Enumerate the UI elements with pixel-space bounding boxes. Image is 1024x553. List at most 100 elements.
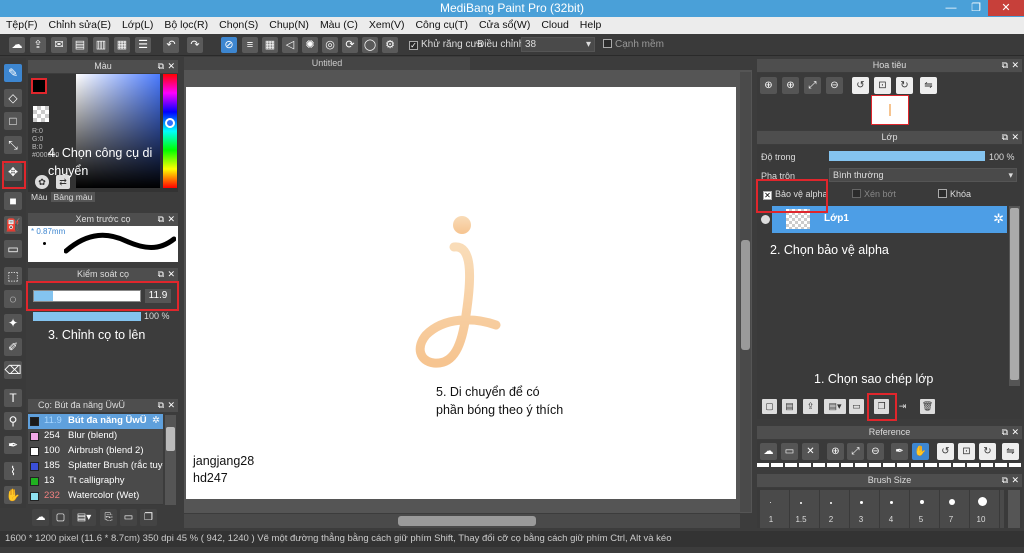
tab-color[interactable]: Màu [28, 192, 51, 202]
canvas[interactable]: 5. Di chuyển để có phần bóng theo ý thíc… [186, 87, 736, 499]
soft-edge-checkbox[interactable]: Cạnh mềm [603, 39, 664, 50]
visibility-icon[interactable] [761, 215, 770, 224]
popout-icon[interactable]: ⧉ [158, 60, 164, 73]
rotate-right-icon[interactable]: ↻ [896, 77, 913, 94]
size-dot[interactable] [860, 501, 863, 504]
menu-cloud[interactable]: Cloud [535, 17, 573, 31]
flip-icon[interactable]: ⇋ [920, 77, 937, 94]
opacity-slider[interactable] [33, 312, 141, 321]
hue-slider[interactable] [163, 74, 177, 188]
brush-tool-icon[interactable]: ✎ [4, 64, 22, 82]
menu-layer[interactable]: Lớp(L) [116, 17, 158, 31]
rotate-left-icon[interactable]: ↺ [937, 443, 954, 460]
radial-snap-icon[interactable]: ✺ [302, 37, 318, 53]
redo-icon[interactable]: ↷ [187, 37, 203, 53]
cloud-brush-icon[interactable]: ☁ [32, 509, 49, 526]
fit-icon[interactable]: ⤢ [847, 443, 864, 460]
zoom-out-icon[interactable]: ⊖ [826, 77, 843, 94]
merge-layer-icon[interactable]: ⇥ [895, 399, 910, 414]
copy-brush-icon[interactable]: ⎘ [100, 509, 117, 526]
menu-view[interactable]: Xem(V) [363, 17, 410, 31]
close-icon[interactable]: ✕ [1011, 59, 1019, 72]
menu-window[interactable]: Cửa sổ(W) [473, 17, 535, 31]
clipping-checkbox[interactable]: Xén bớt [852, 189, 896, 199]
close-icon[interactable]: ✕ [988, 0, 1024, 16]
restore-icon[interactable]: ❐ [965, 0, 987, 16]
size-dot[interactable] [920, 500, 924, 504]
size-dot[interactable] [830, 502, 832, 504]
size-dot[interactable] [890, 501, 893, 504]
upload-icon[interactable]: ⇪ [30, 37, 46, 53]
correction-select[interactable]: 38 ▾ [521, 37, 595, 52]
eyedropper-tool-icon[interactable]: ✒ [4, 436, 22, 454]
new-brush-icon[interactable]: ▢ [52, 509, 69, 526]
close-icon[interactable]: ✕ [167, 268, 175, 281]
close-icon[interactable]: ✕ [1011, 131, 1019, 144]
folder-icon[interactable]: ▭ [849, 399, 864, 414]
scrollbar-thumb[interactable] [741, 240, 750, 350]
rotate-left-icon[interactable]: ↺ [852, 77, 869, 94]
dropper-icon[interactable]: ⌇ [4, 462, 22, 480]
grid-icon[interactable]: ▦ [114, 37, 130, 53]
select-rect-tool-icon[interactable]: ⬚ [4, 267, 22, 285]
zoom-in-icon[interactable]: ⊕ [827, 443, 844, 460]
size-dot[interactable] [978, 497, 987, 506]
curve-snap-icon[interactable]: ⟳ [342, 37, 358, 53]
list-icon[interactable]: ☰ [135, 37, 151, 53]
dot-tool-icon[interactable]: □ [4, 112, 22, 130]
tab-palette[interactable]: Bảng màu [50, 192, 96, 202]
menu-file[interactable]: Tệp(F) [0, 17, 43, 31]
popout-icon[interactable]: ⧉ [1002, 426, 1008, 439]
list-item[interactable]: 254 Blur (blend) [28, 429, 163, 444]
list-item[interactable]: 185 Splatter Brush (rắc tuyết) [28, 459, 163, 474]
cloud-icon[interactable]: ☁ [9, 37, 25, 53]
vanishing-snap-icon[interactable]: ◁ [282, 37, 298, 53]
close-icon[interactable]: ✕ [167, 399, 175, 412]
hand-tool-icon[interactable]: ✋ [4, 486, 22, 504]
menu-filter[interactable]: Bộ lọc(R) [158, 17, 213, 31]
blend-select[interactable]: Bình thường ▾ [829, 168, 1017, 182]
list-item[interactable]: 13 Tt calligraphy [28, 474, 163, 489]
list-item[interactable]: 232 Watercolor (Wet) [28, 489, 163, 504]
graphic-tool-icon[interactable]: ⤡ [4, 136, 22, 154]
menu-color[interactable]: Màu (C) [314, 17, 363, 31]
magic-wand-icon[interactable]: ✦ [4, 314, 22, 332]
size-dot[interactable] [770, 502, 771, 503]
scrollbar-thumb[interactable] [398, 516, 536, 526]
add-brush-icon[interactable]: ▤▾ [72, 509, 96, 526]
primary-color-swatch[interactable] [31, 78, 47, 94]
popout-icon[interactable]: ⧉ [1002, 131, 1008, 144]
popout-icon[interactable]: ⧉ [158, 268, 164, 281]
rotate-right-icon[interactable]: ↻ [979, 443, 996, 460]
brush-size-scrollbar[interactable] [1008, 490, 1020, 528]
hand-icon[interactable]: ✋ [912, 443, 929, 460]
circle-snap-icon[interactable]: ◎ [322, 37, 338, 53]
fill-rect-tool-icon[interactable]: ■ [4, 192, 22, 210]
zoom-out-icon[interactable]: ⊖ [867, 443, 884, 460]
layer-opacity-slider[interactable] [829, 151, 985, 161]
canvas-tab[interactable]: Untitled [184, 57, 470, 70]
select-pen-icon[interactable]: ✐ [4, 338, 22, 356]
page-icon[interactable]: ▥ [93, 37, 109, 53]
saturation-value-picker[interactable] [76, 74, 160, 188]
lock-checkbox[interactable]: Khóa [938, 189, 971, 199]
menu-tools[interactable]: Công cụ(T) [409, 17, 473, 31]
bucket-tool-icon[interactable]: ⛽ [4, 216, 22, 234]
folder-icon[interactable]: ▭ [120, 509, 137, 526]
brush-list-scrollbar[interactable] [165, 415, 176, 505]
menu-select[interactable]: Chọn(S) [213, 17, 263, 31]
canvas-vscroll[interactable] [740, 72, 751, 512]
eyedropper-icon[interactable]: ✒ [891, 443, 908, 460]
lasso-tool-icon[interactable]: ◌ [4, 290, 22, 308]
cloud-icon[interactable]: ☁ [760, 443, 777, 460]
popout-icon[interactable]: ⧉ [1002, 59, 1008, 72]
scrollbar-thumb[interactable] [1010, 208, 1019, 380]
parallel-snap-icon[interactable]: ≡ [242, 37, 258, 53]
canvas-hscroll[interactable] [184, 514, 740, 528]
gear-icon[interactable]: ✲ [993, 211, 1004, 227]
reset-view-icon[interactable]: ⊡ [874, 77, 891, 94]
close-icon[interactable]: ✕ [167, 60, 175, 73]
snap-settings-icon[interactable]: ⚙ [382, 37, 398, 53]
duplicate-icon[interactable]: ❐ [140, 509, 157, 526]
add-layer-menu-icon[interactable]: ▤▾ [824, 399, 846, 414]
